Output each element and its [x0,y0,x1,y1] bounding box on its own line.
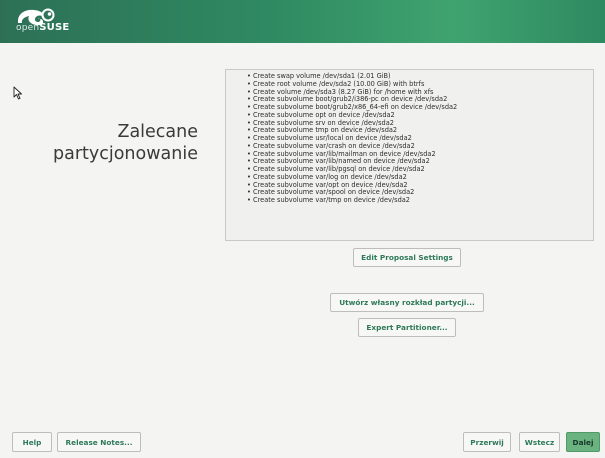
back-button[interactable]: Wstecz [519,432,560,452]
page-title-line1: Zalecane [117,122,198,142]
page-title-line2: partycjonowanie [53,144,198,164]
help-button[interactable]: Help [12,432,52,452]
create-own-layout-button[interactable]: Utwórz własny rozkład partycji... [330,293,484,312]
logo-wordmark-bold: SUSE [39,22,70,33]
mouse-pointer-icon [13,86,22,100]
release-notes-button[interactable]: Release Notes... [57,432,141,452]
page-title: Zalecane partycjonowanie [20,121,198,165]
proposal-item: Create subvolume var/tmp on device /dev/… [247,196,593,205]
proposal-summary[interactable]: Create swap volume /dev/sda1 (2.01 GiB)C… [225,69,594,241]
header-banner: openSUSE [0,0,605,43]
expert-partitioner-button[interactable]: Expert Partitioner... [358,318,456,337]
logo-wordmark-light: open [16,23,40,33]
logo-wordmark: openSUSE [16,22,69,33]
edit-proposal-settings-button[interactable]: Edit Proposal Settings [353,248,461,267]
proposal-list: Create swap volume /dev/sda1 (2.01 GiB)C… [247,72,593,205]
abort-button[interactable]: Przerwij [463,432,511,452]
next-button[interactable]: Dalej [566,432,600,452]
